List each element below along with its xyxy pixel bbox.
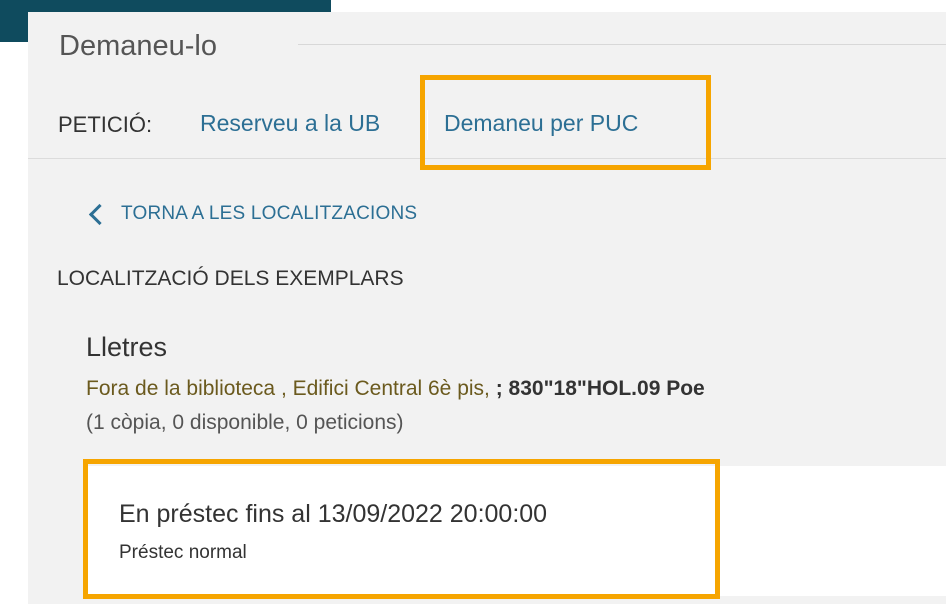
- locations-heading: LOCALITZACIÓ DELS EXEMPLARS: [57, 267, 404, 290]
- library-name: Lletres: [86, 332, 168, 362]
- section-header: Demaneu-lo: [28, 14, 946, 74]
- title-divider: [298, 44, 946, 45]
- call-number: ; 830"18"HOL.09 Poe: [495, 377, 705, 400]
- back-to-locations-label: TORNA A LES LOCALITZACIONS: [121, 203, 418, 224]
- library-location: Fora de la biblioteca , Edifici Central …: [86, 377, 705, 401]
- back-to-locations-link[interactable]: TORNA A LES LOCALITZACIONS: [86, 199, 417, 229]
- section-title: Demaneu-lo: [59, 30, 217, 62]
- highlight-box-request: [420, 75, 711, 170]
- reserve-ub-link[interactable]: Reserveu a la UB: [200, 110, 380, 137]
- request-label: PETICIÓ:: [58, 112, 153, 137]
- location-text: Fora de la biblioteca , Edifici Central …: [86, 377, 496, 400]
- highlight-box-item: [83, 459, 720, 599]
- copies-summary: (1 còpia, 0 disponible, 0 peticions): [86, 411, 404, 434]
- chevron-left-icon: [88, 203, 111, 225]
